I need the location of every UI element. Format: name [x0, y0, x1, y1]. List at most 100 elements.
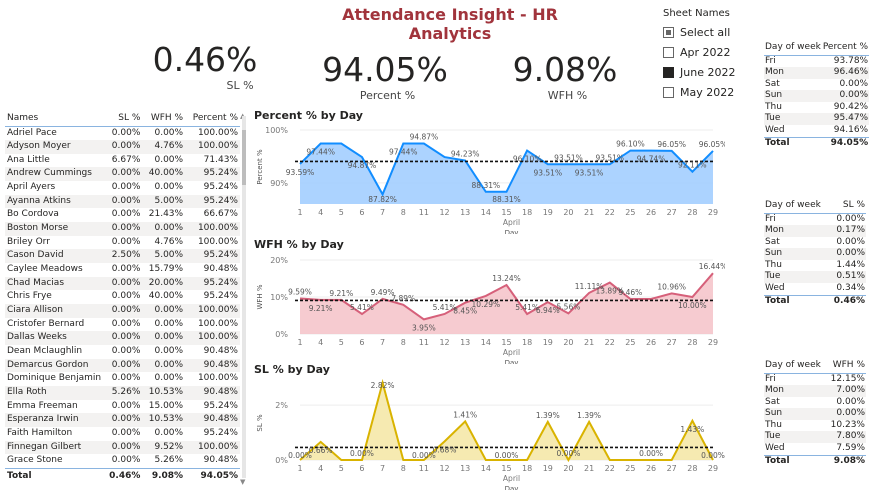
slicer-item-apr-2022[interactable]: Apr 2022	[663, 42, 753, 62]
table-row[interactable]: Fri 93.78%	[764, 55, 869, 67]
table-row[interactable]: Tue 95.47%	[764, 113, 870, 126]
data-label: 10.00%	[678, 301, 707, 310]
column-header[interactable]: Percent %	[185, 110, 240, 127]
total-value-cell: 9.08%	[142, 467, 186, 485]
total-value-cell: 94.05%	[185, 467, 240, 485]
table-row[interactable]: Chad Macias 0.00% 20.00% 95.24%	[5, 276, 240, 291]
table-row[interactable]: Thu 10.23%	[764, 420, 866, 432]
table-row[interactable]: Cristofer Bernard 0.00% 0.00% 100.00%	[5, 318, 240, 332]
table-row[interactable]: Andrew Cummings 0.00% 40.00% 95.24%	[5, 167, 240, 182]
table-row[interactable]: Dean Mclaughlin 0.00% 0.00% 90.48%	[5, 345, 240, 359]
table-row[interactable]: Fri 0.00%	[764, 213, 866, 225]
table-row[interactable]: Dominique Benjamin 0.00% 0.00% 100.00%	[5, 372, 240, 386]
checkbox-icon[interactable]	[663, 46, 674, 58]
x-tick-label: 5	[339, 208, 344, 217]
row-label-cell: Sun	[764, 408, 827, 420]
table-row[interactable]: Chris Frye 0.00% 40.00% 95.24%	[5, 290, 240, 304]
table-row[interactable]: Tue 0.51%	[764, 271, 866, 284]
data-label: 16.44%	[699, 262, 725, 271]
column-header[interactable]: WFH %	[142, 110, 186, 127]
x-tick-label: 7	[380, 208, 385, 217]
table-row[interactable]: Dallas Weeks 0.00% 0.00% 100.00%	[5, 331, 240, 345]
table-row[interactable]: Ayanna Atkins 0.00% 5.00% 95.24%	[5, 194, 240, 209]
table-scrollbar-thumb[interactable]	[242, 130, 246, 185]
value-cell: 0.00%	[111, 209, 141, 220]
table-row[interactable]: Fri 12.15%	[764, 373, 866, 385]
total-row: Total 9.08%	[764, 454, 866, 468]
data-label: 2.82%	[371, 381, 395, 390]
table-row[interactable]: Wed 94.16%	[764, 125, 869, 137]
x-tick-label: 29	[708, 464, 718, 473]
x-tick-label: 28	[687, 464, 697, 473]
checked-checkbox-icon[interactable]	[663, 66, 674, 78]
table-row[interactable]: Cason David 2.50% 5.00% 95.24%	[5, 249, 240, 264]
slicer-item-may-2022[interactable]: May 2022	[663, 82, 753, 102]
column-header[interactable]: Day of week	[764, 358, 827, 374]
column-header[interactable]: Names	[5, 110, 104, 127]
row-label-cell: Thu	[765, 419, 782, 430]
column-header[interactable]: Day of week	[764, 40, 822, 56]
row-label-cell: Grace Stone	[7, 455, 63, 466]
partial-checkbox-icon[interactable]	[663, 26, 674, 38]
table-row[interactable]: Adyson Moyer 0.00% 4.76% 100.00%	[5, 140, 240, 154]
column-header[interactable]: WFH %	[826, 358, 866, 374]
column-header[interactable]: Percent %	[821, 40, 870, 56]
scroll-down-arrow-icon[interactable]: ▼	[240, 478, 245, 486]
table-row[interactable]: Ciara Allison 0.00% 0.00% 100.00%	[5, 304, 240, 318]
value-cell: 0.00%	[142, 358, 186, 373]
table-row[interactable]: Finnegan Gilbert 0.00% 9.52% 100.00%	[5, 440, 240, 455]
table-row[interactable]: Sun 0.00%	[764, 408, 866, 420]
table-row[interactable]: Sat 0.00%	[764, 79, 869, 91]
table-row[interactable]: Esperanza Irwin 0.00% 10.53% 90.48%	[5, 413, 240, 427]
value-cell: 0.00%	[111, 236, 141, 247]
table-row[interactable]: April Ayers 0.00% 0.00% 95.24%	[5, 181, 240, 195]
table-row[interactable]: Emma Freeman 0.00% 15.00% 95.24%	[5, 400, 240, 414]
table-row[interactable]: Thu 1.44%	[764, 260, 866, 272]
table-row[interactable]: Wed 0.34%	[764, 283, 866, 295]
row-label-cell: Faith Hamilton	[7, 427, 73, 438]
column-header[interactable]: SL %	[828, 198, 866, 214]
value-cell: 100.00%	[197, 236, 238, 247]
table-row[interactable]: Ella Roth 5.26% 10.53% 90.48%	[5, 385, 240, 400]
table-row[interactable]: Sat 0.00%	[764, 237, 866, 249]
names-table-body: Adriel Pace 0.00% 0.00% 100.00% Adyson Moyer…	[5, 126, 240, 485]
x-tick-label: 15	[501, 464, 511, 473]
checkbox-icon[interactable]	[663, 86, 674, 98]
table-row[interactable]: Mon 0.17%	[764, 225, 866, 237]
table-row[interactable]: Wed 7.59%	[764, 443, 866, 455]
table-row[interactable]: Sat 0.00%	[764, 397, 866, 409]
table-row[interactable]: Bo Cordova 0.00% 21.43% 66.67%	[5, 208, 240, 222]
x-tick-label: 12	[439, 464, 449, 473]
table-row[interactable]: Adriel Pace 0.00% 0.00% 100.00%	[5, 126, 240, 140]
table-row[interactable]: Sun 0.00%	[764, 248, 866, 260]
value-cell: 0.00%	[154, 154, 184, 165]
data-label: 9.59%	[288, 288, 312, 297]
data-label: 87.82%	[368, 195, 397, 204]
table-row[interactable]: Sun 0.00%	[764, 90, 870, 102]
value-cell: 0.00%	[103, 222, 143, 236]
table-row[interactable]: Ana Little 6.67% 0.00% 71.43%	[5, 154, 240, 168]
table-row[interactable]: Briley Orr 0.00% 4.76% 100.00%	[5, 236, 240, 250]
y-tick-label: 2%	[275, 401, 288, 410]
table-row[interactable]: Boston Morse 0.00% 0.00% 100.00%	[5, 222, 240, 236]
value-cell: 0.00%	[111, 455, 141, 466]
column-header[interactable]: SL %	[103, 110, 143, 127]
value-cell: 40.00%	[142, 167, 186, 182]
slicer-item-select-all[interactable]: Select all	[663, 22, 753, 42]
chart-title-wfh: WFH % by Day	[254, 238, 344, 251]
column-header[interactable]: Day of week	[764, 198, 829, 214]
table-row[interactable]: Thu 90.42%	[764, 102, 869, 114]
table-row[interactable]: Mon 7.00%	[764, 385, 866, 397]
value-cell: 95.24%	[203, 427, 238, 438]
table-row[interactable]: Demarcus Gordon 0.00% 0.00% 90.48%	[5, 358, 240, 373]
table-row[interactable]: Grace Stone 0.00% 5.26% 90.48%	[5, 454, 240, 468]
table-row[interactable]: Caylee Meadows 0.00% 15.79% 90.48%	[5, 263, 240, 277]
value-cell: 9.52%	[142, 440, 186, 455]
x-tick-label: 14	[481, 464, 491, 473]
table-row[interactable]: Faith Hamilton 0.00% 0.00% 95.24%	[5, 427, 240, 441]
kpi-wfh-label: WFH %	[547, 89, 588, 102]
slicer-item-june-2022[interactable]: June 2022	[663, 62, 753, 82]
table-row[interactable]: Tue 7.80%	[764, 431, 866, 444]
table-row[interactable]: Mon 96.46%	[764, 67, 870, 79]
row-label-cell: Demarcus Gordon	[5, 358, 104, 373]
